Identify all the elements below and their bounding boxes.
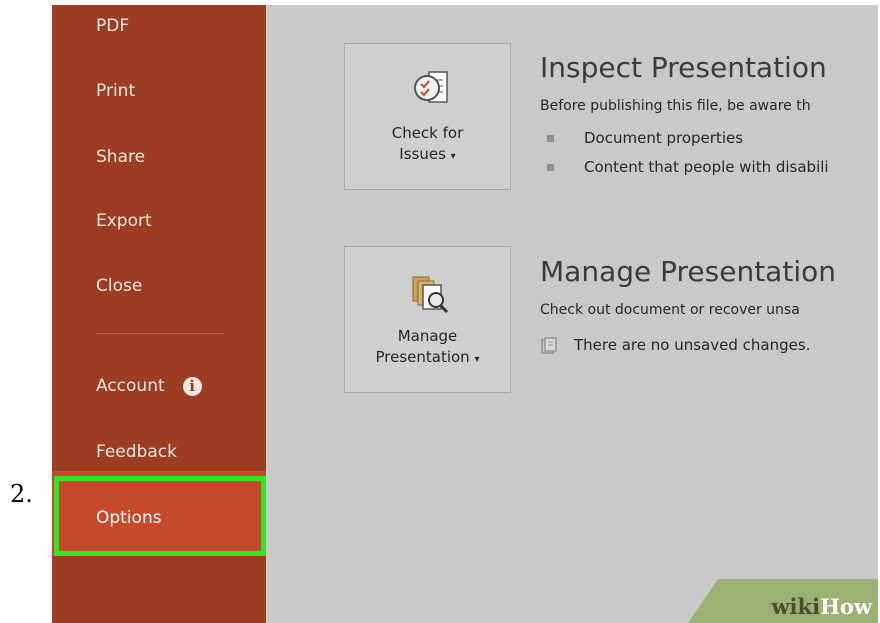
check-for-issues-label-2: Issues ▾ [399,145,456,163]
document-icon [541,336,557,354]
watermark-text: wikiHow [771,594,872,619]
check-for-issues-label-1: Check for [391,124,464,142]
bullet-icon [547,164,554,171]
sidebar-item-share[interactable]: Share [96,147,145,167]
manage-presentation-label-2: Presentation ▾ [375,348,480,366]
manage-title: Manage Presentation [540,255,836,288]
inspect-description: Before publishing this file, be aware th [540,98,811,114]
info-icon: i [182,376,202,396]
sidebar-item-print[interactable]: Print [96,81,135,101]
manage-status: There are no unsaved changes. [540,336,810,355]
check-for-issues-button[interactable]: Check for Issues ▾ [344,43,511,190]
inspect-title: Inspect Presentation [540,51,827,84]
sidebar-item-pdf[interactable]: PDF [96,16,129,36]
sidebar-item-close[interactable]: Close [96,276,142,296]
sidebar-item-account[interactable]: Account i [96,376,202,396]
sidebar-item-export[interactable]: Export [96,211,152,231]
manage-presentation-button[interactable]: Manage Presentation ▾ [344,246,511,393]
sidebar-item-account-label: Account [96,376,165,396]
sidebar-item-feedback[interactable]: Feedback [96,442,177,462]
inspect-bullet-2: Content that people with disabili [547,158,829,176]
sidebar-divider [96,333,224,334]
manage-presentation-label-1: Manage [397,327,458,345]
options-highlight-box [54,476,266,556]
manage-presentation-icon [412,276,449,314]
step-number: 2. [10,480,33,508]
check-for-issues-icon [414,71,448,103]
inspect-bullet-1: Document properties [547,129,743,147]
bullet-icon [547,135,554,142]
manage-description: Check out document or recover unsa [540,302,800,318]
